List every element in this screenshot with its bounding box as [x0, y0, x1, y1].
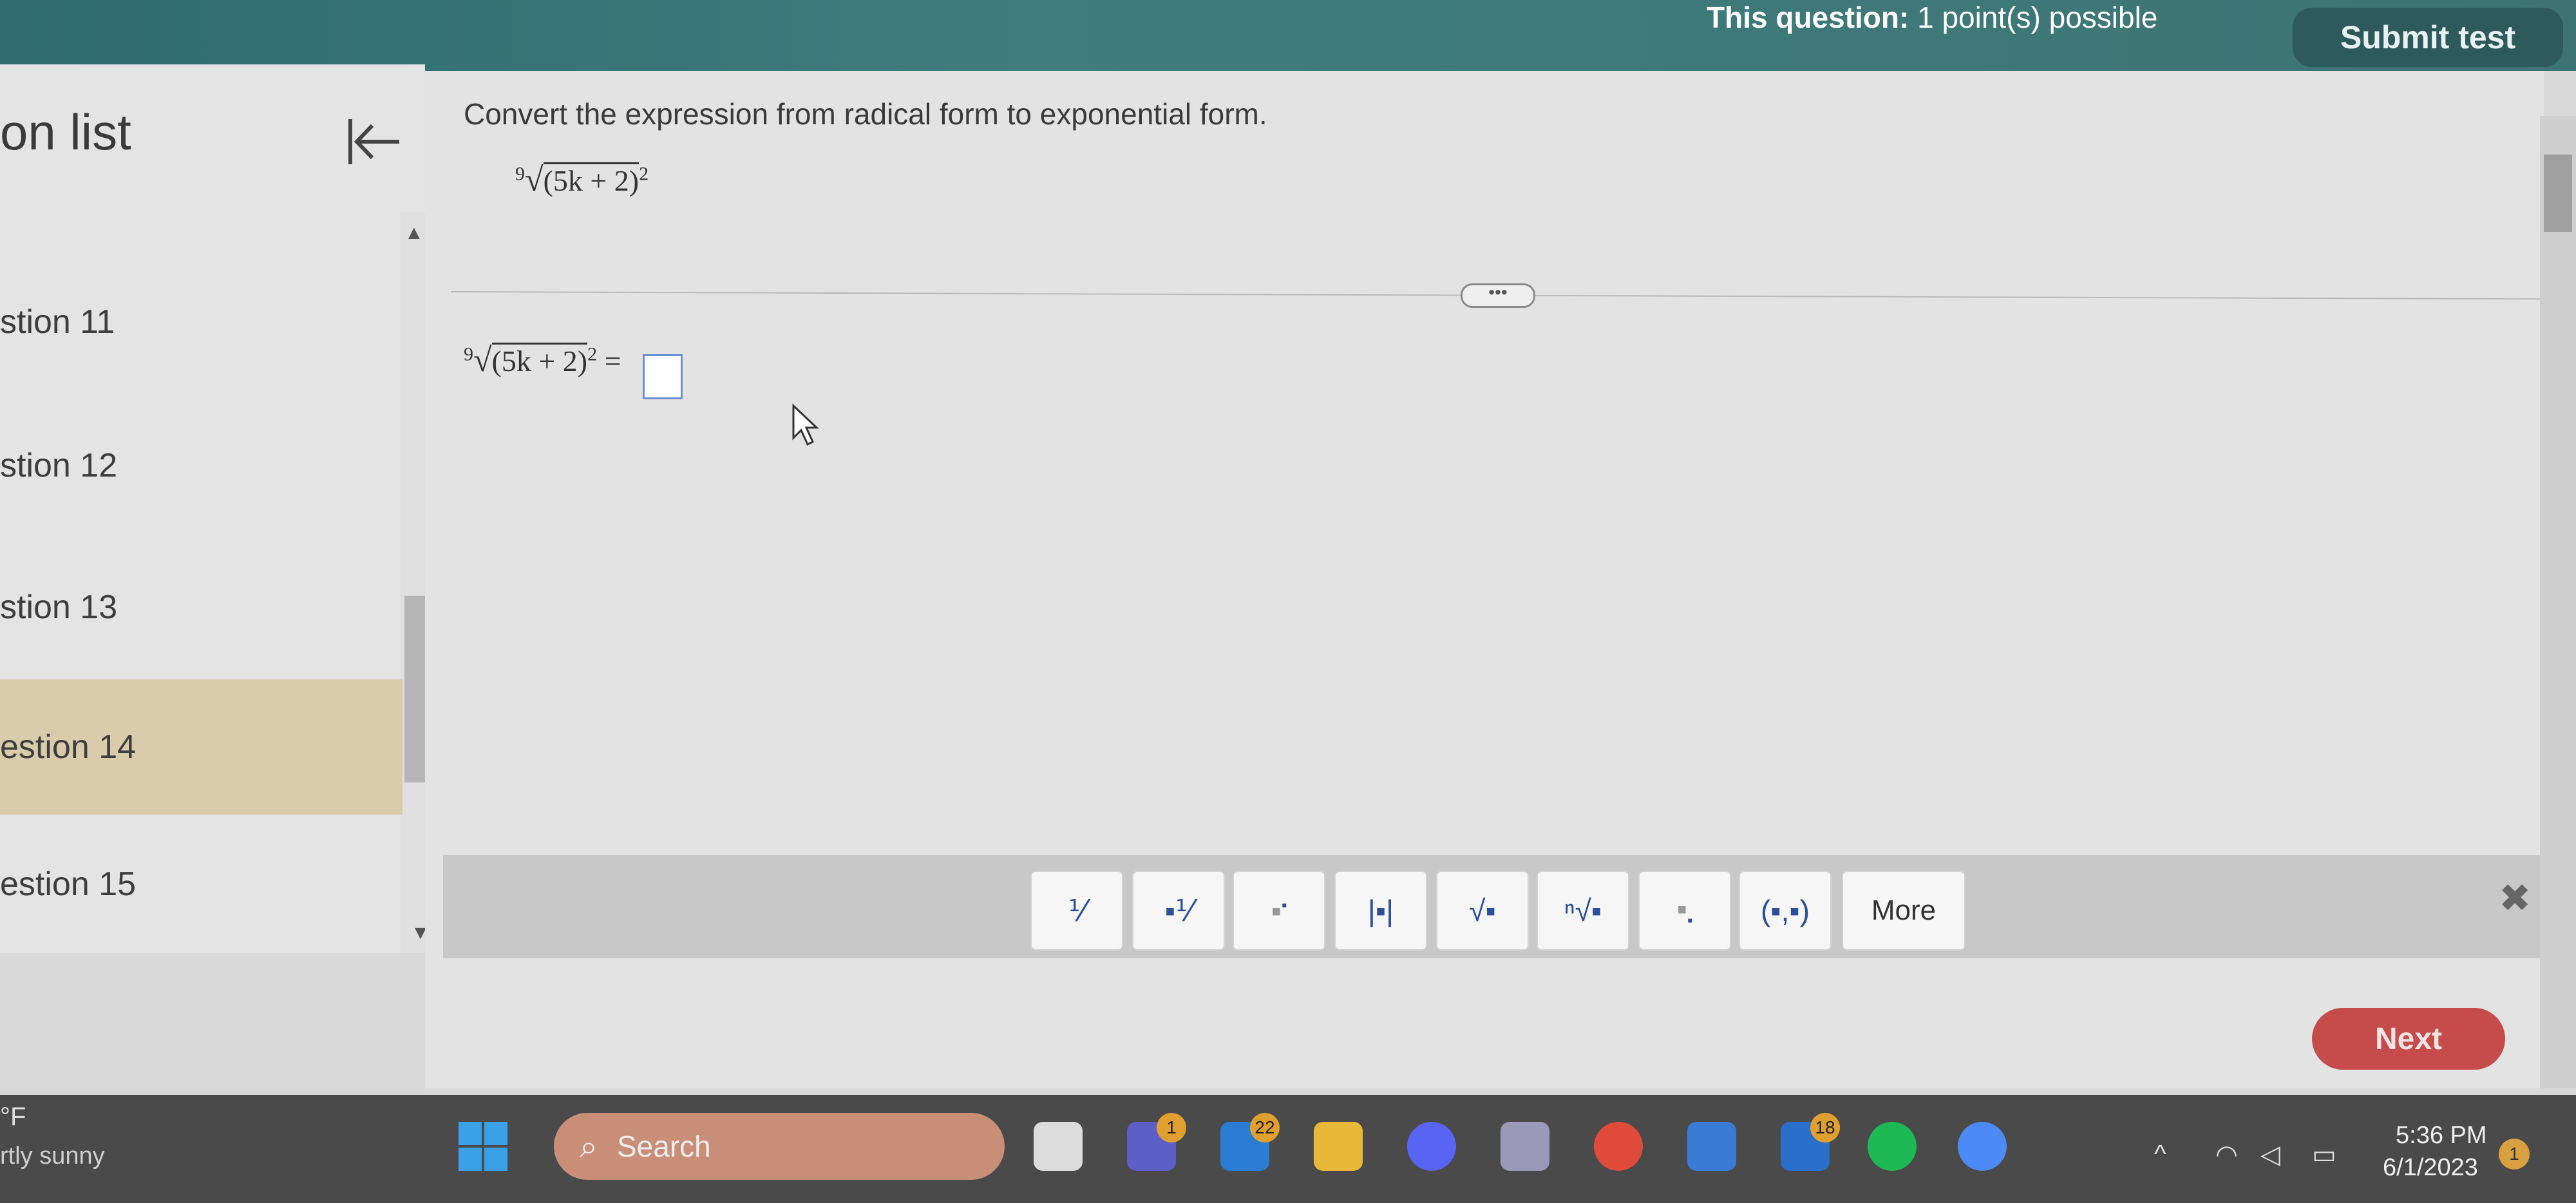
- scroll-up-arrow-icon[interactable]: ▲: [404, 222, 424, 244]
- chrome-icon[interactable]: [1594, 1122, 1643, 1171]
- resize-handle-icon[interactable]: •••: [1461, 283, 1535, 308]
- fraction-icon: ⅟: [1068, 894, 1086, 927]
- battery-icon[interactable]: ▭: [2312, 1140, 2336, 1170]
- fraction-button[interactable]: ⅟: [1030, 871, 1123, 951]
- show-hidden-icons-icon[interactable]: ^: [2154, 1140, 2166, 1169]
- taskbar-search[interactable]: ⌕ Search: [554, 1113, 1005, 1180]
- clock-time[interactable]: 5:36 PM: [2396, 1122, 2487, 1150]
- submit-test-button[interactable]: Submit test: [2293, 8, 2563, 67]
- notification-badge[interactable]: 1: [2499, 1139, 2530, 1170]
- windows-start-icon[interactable]: [457, 1121, 509, 1172]
- answer-input[interactable]: [643, 354, 683, 399]
- next-button[interactable]: Next: [2312, 1008, 2505, 1070]
- sidebar-item-question-14[interactable]: estion 14: [0, 679, 402, 815]
- collapse-panel-icon[interactable]: [341, 113, 406, 171]
- subscript-icon: ▪▪: [1676, 891, 1693, 930]
- task-view-icon[interactable]: [1034, 1122, 1083, 1171]
- more-button[interactable]: More: [1842, 871, 1965, 951]
- windows-taskbar: [0, 1095, 2576, 1203]
- wifi-icon[interactable]: ◠: [2215, 1140, 2238, 1170]
- ordered-pair-icon: (▪,▪): [1760, 894, 1810, 927]
- clock-date[interactable]: 6/1/2023: [2383, 1154, 2478, 1182]
- answer-expression: 9√(5k + 2)2 =: [464, 342, 621, 379]
- discord-icon[interactable]: [1407, 1122, 1456, 1171]
- sidebar-item-question-11[interactable]: stion 11: [0, 254, 402, 390]
- volume-icon[interactable]: ◁: [2260, 1140, 2280, 1170]
- weather-temperature[interactable]: °F: [0, 1103, 26, 1132]
- sidebar-scrollbar[interactable]: [401, 213, 426, 953]
- snipping-tool-icon[interactable]: [1501, 1122, 1549, 1171]
- exponent-button[interactable]: ▪▪: [1233, 871, 1325, 951]
- absolute-value-icon: |▪|: [1367, 894, 1394, 927]
- square-root-button[interactable]: √▪: [1436, 871, 1529, 951]
- mixed-number-icon: ▪⅟: [1164, 894, 1193, 927]
- sidebar-item-question-13[interactable]: stion 13: [0, 540, 402, 675]
- search-icon: ⌕: [580, 1128, 598, 1164]
- question-list-title: on list: [0, 104, 131, 160]
- question-points: This question: 1 point(s) possible: [1707, 1, 2158, 34]
- notepad-icon[interactable]: [1687, 1122, 1736, 1171]
- weather-description[interactable]: rtly sunny: [0, 1142, 105, 1170]
- header-bar: [0, 0, 2576, 71]
- radical-expression: 9√(5k + 2)2: [515, 162, 649, 198]
- spotify-icon[interactable]: [1868, 1122, 1917, 1171]
- absolute-value-button[interactable]: |▪|: [1334, 871, 1427, 951]
- close-icon[interactable]: ✖: [2499, 876, 2531, 921]
- square-root-icon: √▪: [1469, 894, 1496, 927]
- office-app-icon[interactable]: 18: [1781, 1113, 1840, 1171]
- mouse-pointer-icon: [791, 403, 823, 451]
- sidebar-item-question-15[interactable]: estion 15: [0, 817, 402, 952]
- mail-icon[interactable]: 22: [1220, 1113, 1280, 1171]
- exponent-icon: ▪▪: [1271, 894, 1287, 927]
- page-scroll-thumb[interactable]: [2544, 155, 2572, 232]
- ordered-pair-button[interactable]: (▪,▪): [1739, 871, 1832, 951]
- search-placeholder: Search: [617, 1130, 711, 1163]
- question-prompt: Convert the expression from radical form…: [464, 97, 1267, 131]
- nth-root-icon: ⁿ√▪: [1564, 894, 1602, 927]
- subscript-button[interactable]: ▪▪: [1638, 871, 1731, 951]
- nth-root-button[interactable]: ⁿ√▪: [1537, 871, 1629, 951]
- teams-icon[interactable]: 1: [1127, 1113, 1186, 1171]
- mixed-number-button[interactable]: ▪⅟: [1132, 871, 1225, 951]
- chrome-profile-icon[interactable]: [1958, 1122, 2007, 1171]
- page-scrollbar[interactable]: [2540, 116, 2576, 1088]
- sidebar-item-question-12[interactable]: stion 12: [0, 398, 402, 533]
- file-explorer-icon[interactable]: [1314, 1122, 1363, 1171]
